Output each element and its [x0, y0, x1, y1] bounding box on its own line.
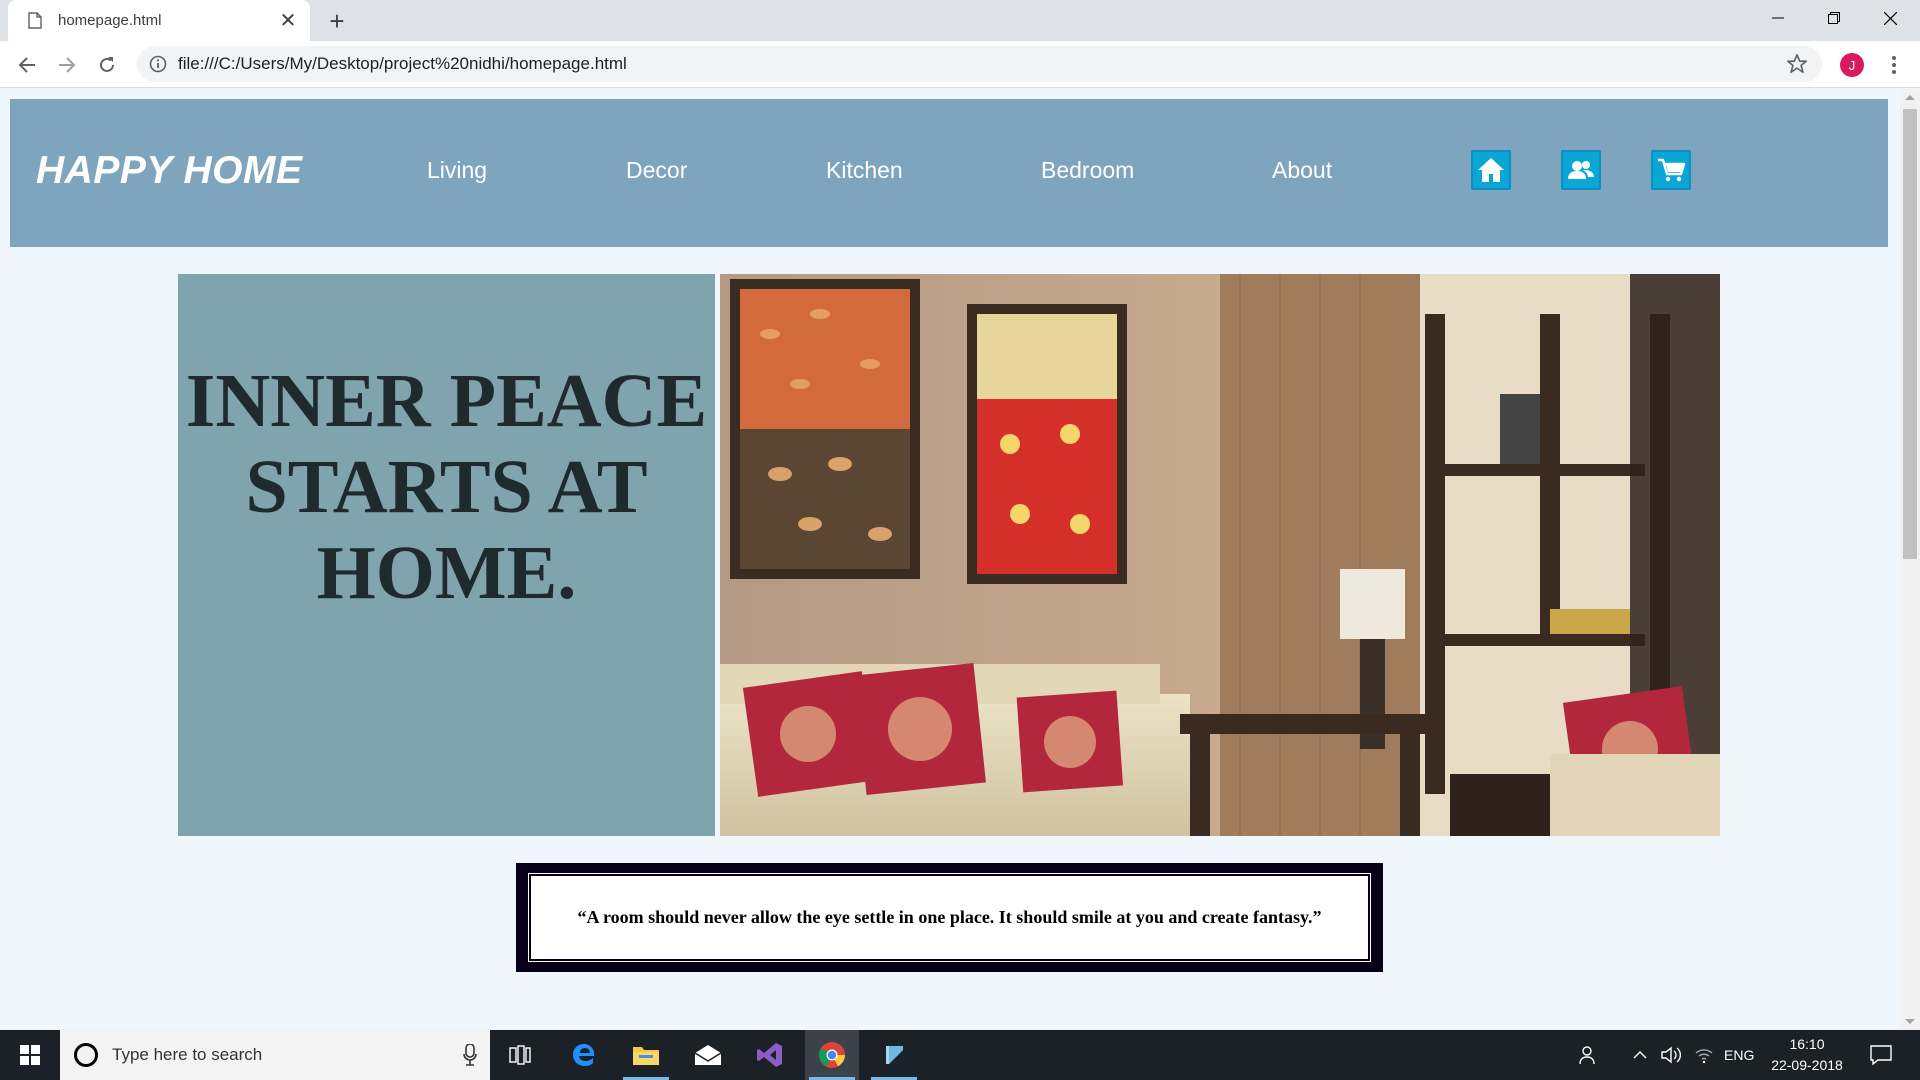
file-explorer-icon[interactable] — [619, 1030, 673, 1080]
quote-text: “A room should never allow the eye settl… — [577, 907, 1322, 927]
tab-title: homepage.html — [58, 12, 162, 29]
nav-bedroom[interactable]: Bedroom — [1041, 157, 1134, 184]
cart-icon[interactable] — [1651, 150, 1691, 190]
site-logo[interactable]: HAPPY HOME — [36, 149, 303, 193]
mail-icon[interactable] — [681, 1030, 735, 1080]
start-button[interactable] — [0, 1030, 60, 1080]
language-indicator[interactable]: ENG — [1724, 1047, 1754, 1063]
browser-tab-strip: homepage.html ✕ + — [0, 0, 1920, 41]
browser-toolbar: file:///C:/Users/My/Desktop/project%20ni… — [0, 41, 1920, 88]
quote-box: “A room should never allow the eye settl… — [516, 863, 1383, 972]
forward-button[interactable] — [50, 48, 84, 82]
reload-button[interactable] — [90, 48, 124, 82]
cortana-icon[interactable] — [74, 1043, 98, 1067]
forward-arrow-icon — [59, 57, 76, 73]
page-icon — [28, 12, 42, 29]
close-window-button[interactable] — [1862, 0, 1918, 36]
nav-kitchen[interactable]: Kitchen — [826, 157, 903, 184]
action-center-icon[interactable] — [1856, 1030, 1906, 1080]
info-icon[interactable] — [149, 55, 167, 73]
chrome-icon[interactable] — [805, 1030, 859, 1080]
address-bar[interactable]: file:///C:/Users/My/Desktop/project%20ni… — [137, 46, 1822, 82]
taskbar-search-box[interactable]: Type here to search — [60, 1030, 490, 1080]
show-hidden-icons-chevron-icon[interactable] — [1622, 1030, 1658, 1080]
taskbar-clock[interactable]: 16:10 22-09-2018 — [1762, 1034, 1852, 1076]
living-room-image — [720, 274, 1720, 836]
browser-tab[interactable]: homepage.html ✕ — [8, 0, 310, 41]
people-icon[interactable] — [1569, 1030, 1609, 1080]
minimize-button[interactable] — [1750, 0, 1806, 36]
back-button[interactable] — [10, 48, 44, 82]
nav-decor[interactable]: Decor — [626, 157, 687, 184]
site-header: HAPPY HOME Living Decor Kitchen Bedroom … — [10, 99, 1888, 247]
scroll-down-arrow-icon[interactable] — [1905, 1019, 1915, 1024]
search-placeholder: Type here to search — [112, 1045, 263, 1064]
clock-date: 22-09-2018 — [1771, 1057, 1843, 1073]
visual-studio-icon[interactable] — [743, 1030, 797, 1080]
back-arrow-icon — [18, 57, 35, 73]
page-viewport: HAPPY HOME Living Decor Kitchen Bedroom … — [0, 89, 1900, 1030]
quote-inner-frame: “A room should never allow the eye settl… — [528, 873, 1371, 962]
scroll-up-arrow-icon[interactable] — [1905, 95, 1915, 100]
task-view-icon[interactable] — [493, 1030, 547, 1080]
clock-time: 16:10 — [1789, 1036, 1825, 1052]
hero-text-panel: INNER PEACE STARTS AT HOME. — [178, 274, 715, 836]
windows-taskbar: Type here to search ENG 16:10 22-09-2018 — [0, 1030, 1920, 1080]
profile-avatar[interactable]: J — [1840, 53, 1864, 77]
nav-living[interactable]: Living — [427, 157, 487, 184]
nav-about[interactable]: About — [1272, 157, 1332, 184]
volume-icon[interactable] — [1654, 1030, 1690, 1080]
wifi-icon[interactable] — [1686, 1030, 1722, 1080]
new-tab-button[interactable]: + — [322, 6, 352, 36]
notepad-icon[interactable] — [867, 1030, 921, 1080]
users-icon[interactable] — [1561, 150, 1601, 190]
browser-menu-icon[interactable] — [1882, 51, 1906, 79]
close-icon — [1883, 11, 1897, 25]
scrollbar-thumb[interactable] — [1903, 109, 1917, 559]
microphone-icon[interactable] — [450, 1030, 490, 1080]
restore-icon — [1828, 12, 1840, 24]
reload-icon — [100, 57, 114, 72]
minimize-icon — [1772, 17, 1784, 19]
edge-icon[interactable] — [557, 1030, 611, 1080]
windows-logo-icon — [20, 1045, 40, 1065]
page-scrollbar[interactable] — [1900, 89, 1920, 1030]
tab-close-icon[interactable]: ✕ — [270, 3, 306, 39]
bookmark-star-icon[interactable] — [1786, 53, 1808, 75]
home-icon[interactable] — [1471, 150, 1511, 190]
restore-button[interactable] — [1806, 0, 1862, 36]
url-text[interactable]: file:///C:/Users/My/Desktop/project%20ni… — [178, 54, 1786, 74]
hero-heading: INNER PEACE STARTS AT HOME. — [185, 359, 708, 615]
